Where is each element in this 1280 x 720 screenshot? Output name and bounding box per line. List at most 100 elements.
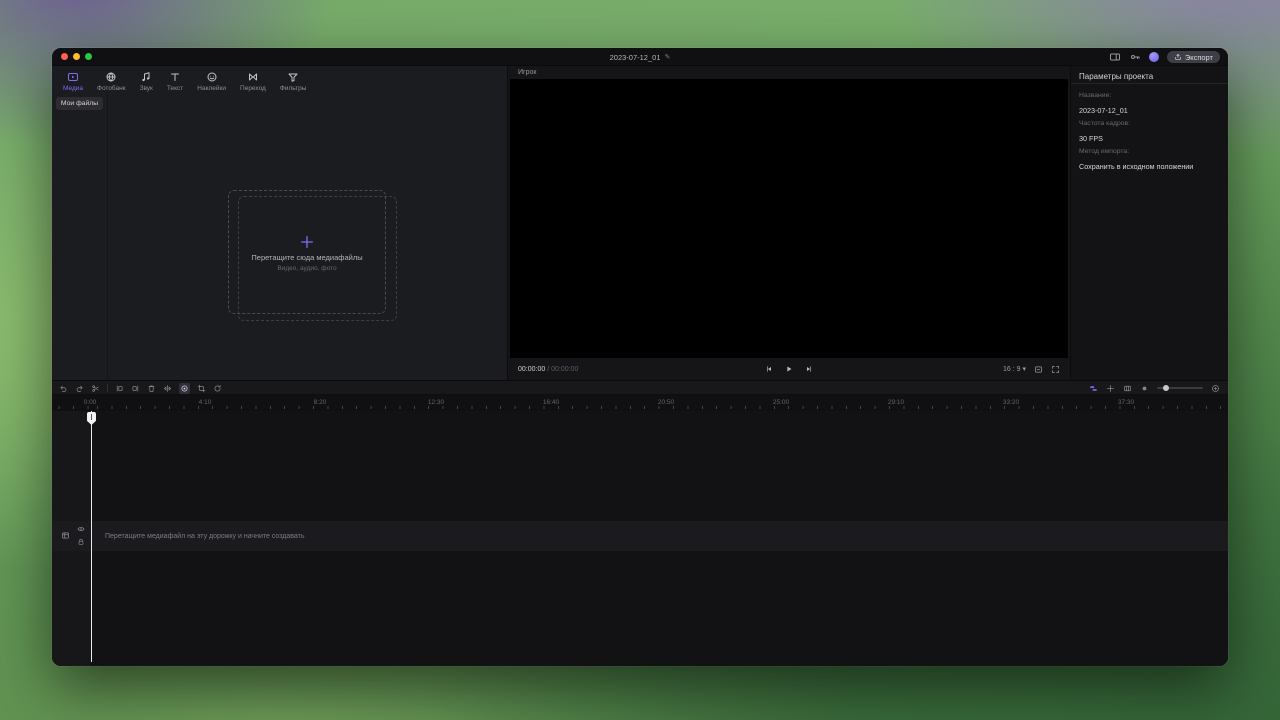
ruler-label: 12:30: [428, 399, 444, 406]
record-icon: [180, 384, 189, 393]
project-settings-panel: Параметры проекта Название: 2023-07-12_0…: [1070, 66, 1228, 380]
dropzone-title: Перетащите сюда медиафайлы: [251, 253, 362, 262]
preview-frames-icon[interactable]: [1123, 384, 1132, 393]
trim-left-icon[interactable]: [115, 384, 124, 393]
import-method-value[interactable]: Сохранить в исходном положении: [1079, 162, 1193, 171]
export-button[interactable]: Экспорт: [1167, 51, 1220, 63]
filter-icon: [287, 71, 299, 83]
key-icon[interactable]: [1129, 51, 1141, 63]
player-panel: Игрок 00:00:00 / 00:00:00 16 : 9 ▾: [508, 66, 1070, 380]
globe-icon: [105, 71, 117, 83]
tab-transitions[interactable]: Переход: [233, 68, 273, 95]
timeline-ruler[interactable]: 0:00 4:10 8:20 12:30 16:40 20:50 25:00 2…: [52, 395, 1228, 411]
video-preview[interactable]: [510, 79, 1068, 358]
sidebar-item-my-files[interactable]: Мои файлы: [56, 97, 103, 110]
tab-text[interactable]: Текст: [160, 68, 190, 95]
timeline: 0:00 4:10 8:20 12:30 16:40 20:50 25:00 2…: [52, 380, 1228, 666]
tab-media[interactable]: Медиа: [56, 68, 90, 95]
dropzone-subtitle: Видео, аудио, фото: [277, 265, 336, 272]
snap-icon[interactable]: [1106, 384, 1115, 393]
rotate-icon[interactable]: [213, 384, 222, 393]
aspect-ratio-select[interactable]: 16 : 9 ▾: [1003, 365, 1026, 373]
tab-filters[interactable]: Фильтры: [273, 68, 314, 95]
ruler-label: 25:00: [773, 399, 789, 406]
transition-icon: [247, 71, 259, 83]
timeline-tools-left: [59, 381, 222, 395]
export-label: Экспорт: [1185, 53, 1213, 62]
step-forward-icon[interactable]: [805, 365, 813, 373]
ruler-label: 4:10: [199, 399, 212, 406]
media-panel: Медиа Фотобанк Звук Текст Наклейки Перех…: [52, 66, 508, 380]
crop-icon[interactable]: [197, 384, 206, 393]
aspect-ratio-value: 16 : 9: [1003, 366, 1021, 373]
divider: [107, 384, 108, 392]
frame-rate-label: Частота кадров:: [1079, 120, 1130, 127]
tab-label: Фотобанк: [97, 85, 126, 92]
sticker-smiley-icon: [206, 71, 218, 83]
player-view-controls: 16 : 9 ▾: [1003, 365, 1060, 374]
media-sidebar: Мои файлы: [52, 92, 108, 380]
play-icon[interactable]: [785, 365, 793, 373]
tab-label: Звук: [140, 85, 153, 92]
ruler-ticks: [52, 406, 1228, 409]
split-icon[interactable]: [91, 384, 100, 393]
track-hint-text: Перетащите медиафайл на эту дорожку и на…: [105, 521, 304, 551]
import-method-label: Метод импорта:: [1079, 148, 1129, 155]
ruler-label: 8:20: [314, 399, 327, 406]
project-name-label: Название:: [1079, 92, 1111, 99]
fit-screen-icon[interactable]: [1034, 365, 1043, 374]
step-back-icon[interactable]: [765, 365, 773, 373]
tab-label: Медиа: [63, 85, 83, 92]
playback-controls: [765, 365, 813, 373]
track-thumbnail-icon: [61, 531, 70, 540]
media-dropzone[interactable]: [228, 190, 386, 314]
tab-stock[interactable]: Фотобанк: [90, 68, 133, 95]
frame-rate-value[interactable]: 30 FPS: [1079, 134, 1103, 143]
tab-stickers[interactable]: Наклейки: [190, 68, 233, 95]
zoom-out-icon[interactable]: [1140, 384, 1149, 393]
timecode-total: / 00:00:00: [545, 366, 578, 373]
timecode: 00:00:00 / 00:00:00: [518, 366, 578, 373]
tab-label: Наклейки: [197, 85, 226, 92]
playhead-slit: [91, 414, 92, 420]
redo-icon[interactable]: [75, 384, 84, 393]
timeline-zoom-slider[interactable]: [1157, 387, 1203, 389]
avatar[interactable]: [1149, 52, 1159, 62]
titlebar: 2023-07-12_01 ✎ Экспорт: [52, 48, 1228, 66]
project-name-value[interactable]: 2023-07-12_01: [1079, 106, 1128, 115]
zoom-slider-knob[interactable]: [1163, 385, 1169, 391]
tab-label: Переход: [240, 85, 266, 92]
tab-audio[interactable]: Звук: [133, 68, 160, 95]
player-header: Игрок: [508, 66, 1070, 78]
app-window: 2023-07-12_01 ✎ Экспорт Медиа: [52, 48, 1228, 666]
track-lock-icon[interactable]: [77, 538, 85, 546]
text-icon: [169, 71, 181, 83]
ruler-label: 20:50: [658, 399, 674, 406]
fullscreen-icon[interactable]: [1051, 365, 1060, 374]
main-track-row[interactable]: Перетащите медиафайл на эту дорожку и на…: [52, 521, 1228, 551]
media-tabs: Медиа Фотобанк Звук Текст Наклейки Перех…: [56, 68, 313, 95]
track-height-icon[interactable]: [1089, 384, 1098, 393]
voiceover-button[interactable]: [179, 383, 190, 394]
delete-icon[interactable]: [147, 384, 156, 393]
track-visibility-eye-icon[interactable]: [77, 525, 85, 533]
tab-label: Фильтры: [280, 85, 307, 92]
zoom-in-icon[interactable]: [1211, 384, 1220, 393]
mirror-icon[interactable]: [163, 384, 172, 393]
ruler-label: 29:10: [888, 399, 904, 406]
ruler-label: 16:40: [543, 399, 559, 406]
undo-icon[interactable]: [59, 384, 68, 393]
trim-right-icon[interactable]: [131, 384, 140, 393]
divider: [1071, 83, 1228, 84]
window-title: 2023-07-12_01: [610, 53, 661, 62]
project-panel-title: Параметры проекта: [1079, 72, 1153, 81]
add-media-plus-icon[interactable]: [299, 234, 315, 250]
window-title-wrap: 2023-07-12_01 ✎: [52, 48, 1228, 66]
edit-title-icon[interactable]: ✎: [665, 53, 671, 61]
timecode-current: 00:00:00: [518, 366, 545, 373]
layout-icon[interactable]: [1109, 51, 1121, 63]
timeline-toolbar: [52, 381, 1228, 395]
playhead-line[interactable]: [91, 411, 92, 662]
timeline-tools-right: [1089, 381, 1220, 395]
ruler-label: 37:30: [1118, 399, 1134, 406]
